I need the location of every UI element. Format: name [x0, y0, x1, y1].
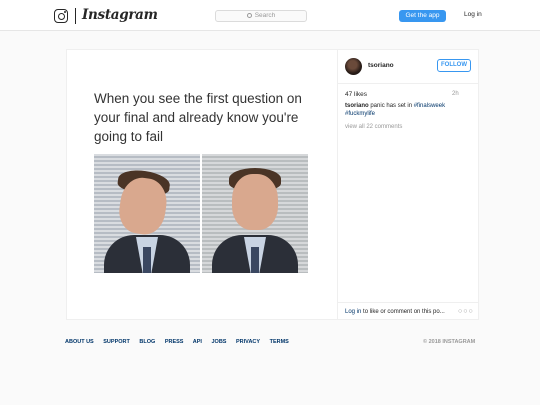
search-icon [246, 12, 252, 18]
post-username[interactable]: tsoriano [368, 62, 394, 69]
meme-photo-left [94, 154, 200, 273]
hashtag-finalsweek[interactable]: #finalsweek [414, 103, 445, 109]
login-to-comment-text: to like or comment on this po... [363, 309, 445, 315]
footer-link-support[interactable]: SUPPORT [103, 339, 130, 345]
comment-bar: Log in to like or comment on this po... … [338, 302, 479, 319]
login-to-comment: Log in to like or comment on this po... [345, 309, 445, 315]
copyright: © 2018 INSTAGRAM [423, 339, 476, 345]
login-link[interactable]: Log in [464, 11, 482, 18]
footer-link-about[interactable]: ABOUT US [65, 339, 94, 345]
footer-link-blog[interactable]: BLOG [139, 339, 155, 345]
more-options-icon[interactable]: ○○○ [458, 308, 474, 315]
view-all-comments-link[interactable]: view all 22 comments [345, 124, 402, 130]
search-placeholder: Search [254, 12, 276, 19]
footer-links: ABOUT US SUPPORT BLOG PRESS API JOBS PRI… [65, 339, 297, 345]
avatar[interactable] [345, 58, 362, 75]
likes-count[interactable]: 47 likes [345, 91, 367, 98]
get-the-app-button[interactable]: Get the app [399, 10, 446, 22]
post-caption: tsoriano panic has set in #finalsweek #f… [345, 103, 473, 118]
follow-button[interactable]: FOLLOW [437, 59, 471, 72]
post-media[interactable]: When you see the first question on your … [67, 50, 337, 319]
login-to-comment-link[interactable]: Log in [345, 309, 361, 315]
meme-photo-right [202, 154, 308, 273]
footer-link-jobs[interactable]: JOBS [212, 339, 227, 345]
post-sidebar: tsoriano FOLLOW 47 likes 2h tsoriano pan… [337, 50, 479, 319]
meme-caption-text: When you see the first question on your … [94, 91, 302, 144]
search-input[interactable]: Search [215, 10, 307, 22]
footer-link-api[interactable]: API [193, 339, 202, 345]
hashtag-fuckmylife[interactable]: #fuckmylife [345, 111, 375, 117]
post-header: tsoriano FOLLOW [338, 50, 479, 84]
caption-username[interactable]: tsoriano [345, 103, 369, 109]
post-timestamp[interactable]: 2h [452, 91, 459, 97]
post-card: When you see the first question on your … [66, 49, 479, 320]
instagram-camera-icon[interactable] [54, 9, 68, 23]
caption-text: panic has set in [370, 103, 413, 109]
nav-divider [75, 8, 76, 24]
instagram-wordmark[interactable]: Instagram [82, 7, 158, 23]
top-navbar: Instagram Search Get the app Log in [0, 0, 540, 31]
footer-link-press[interactable]: PRESS [165, 339, 184, 345]
footer-link-privacy[interactable]: PRIVACY [236, 339, 260, 345]
footer-link-terms[interactable]: TERMS [270, 339, 289, 345]
